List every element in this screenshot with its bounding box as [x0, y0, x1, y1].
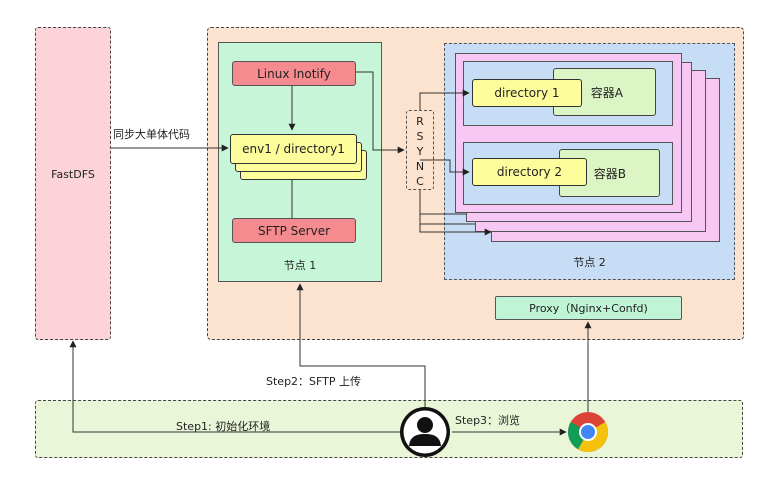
chrome-browser-icon[interactable]: [0, 0, 768, 483]
